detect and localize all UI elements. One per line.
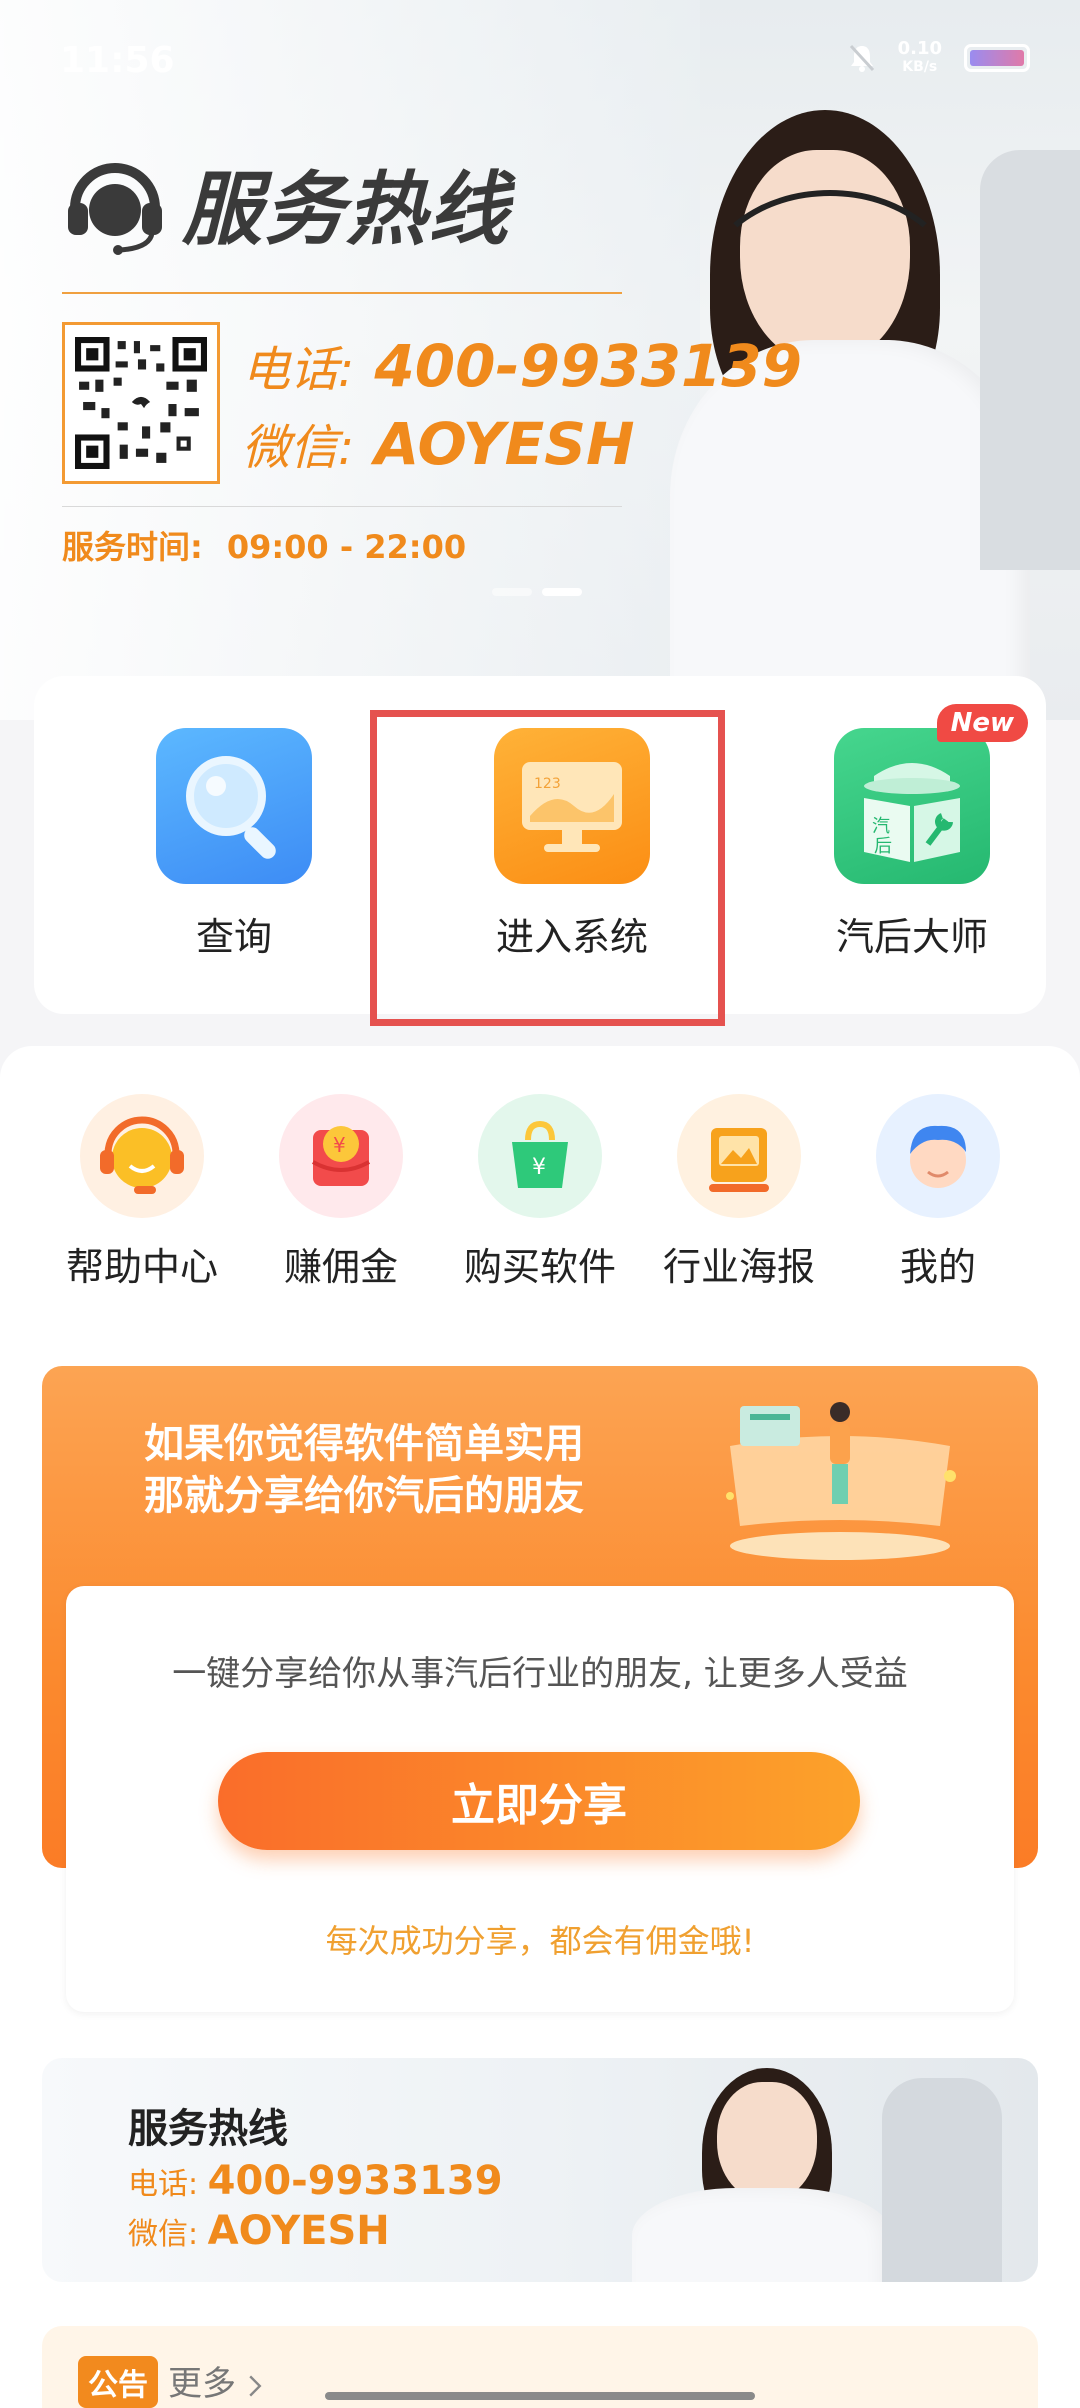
divider: [62, 292, 622, 294]
red-envelope-icon: ¥: [279, 1094, 403, 1218]
share-now-button[interactable]: 立即分享: [218, 1752, 860, 1850]
office-background-person: [882, 2078, 1002, 2282]
hotline-wechat: 微信: AOYESH: [128, 2208, 390, 2254]
buy-software-action[interactable]: ¥ 购买软件: [455, 1094, 625, 1291]
headset-icon: [68, 163, 162, 255]
secondary-action-label: 帮助中心: [65, 1245, 218, 1289]
auto-master-action[interactable]: 汽 后 New 汽后大师: [802, 704, 1028, 961]
customer-service-agent-illustration: [612, 2058, 912, 2282]
network-speed: 0.10 KB/s: [897, 38, 942, 76]
industry-poster-action[interactable]: 行业海报: [654, 1094, 824, 1291]
share-note: 每次成功分享，都会有佣金哦!: [325, 1922, 755, 1960]
office-background-person: [980, 150, 1080, 570]
secondary-action-label: 我的: [899, 1245, 976, 1289]
mute-bell-icon: [849, 44, 874, 72]
carousel-dot: [492, 588, 532, 596]
carousel-indicator: [492, 588, 582, 596]
hero-title: 服务热线: [182, 163, 510, 256]
svg-text:后: 后: [874, 836, 892, 857]
new-badge: New: [936, 704, 1028, 742]
battery-icon: [964, 44, 1030, 72]
notice-badge: 公告: [78, 2356, 158, 2408]
main-action-label: 查询: [195, 915, 272, 959]
notice-more-link[interactable]: 更多: [168, 2356, 263, 2405]
hotline-phone: 电话: 400-9933139: [128, 2158, 503, 2204]
share-card: 一键分享给你从事汽后行业的朋友, 让更多人受益 立即分享 每次成功分享，都会有佣…: [66, 1586, 1014, 2012]
chevron-right-icon: [249, 2375, 262, 2397]
service-hours: 服务时间: 09:00 - 22:00: [62, 528, 467, 566]
carousel-dot-active: [542, 588, 582, 596]
qr-code: [62, 322, 220, 484]
secondary-action-label: 购买软件: [463, 1245, 616, 1289]
magnifier-icon: [156, 728, 312, 884]
share-description: 一键分享给你从事汽后行业的朋友, 让更多人受益: [172, 1654, 908, 1694]
hero-wechat: 微信: AOYESH: [242, 410, 635, 478]
hotline-banner[interactable]: 服务热线 电话: 400-9933139 微信: AOYESH: [42, 2058, 1038, 2282]
help-center-action[interactable]: 帮助中心: [57, 1094, 227, 1291]
auto-master-icon: 汽 后 New: [834, 704, 1028, 884]
main-action-label: 汽后大师: [835, 915, 988, 959]
earn-commission-action[interactable]: ¥ 赚佣金: [256, 1094, 426, 1291]
status-bar: 11:56 0.10 KB/s: [0, 0, 1080, 120]
svg-text:汽: 汽: [872, 816, 890, 837]
query-action[interactable]: 查询: [124, 728, 344, 961]
headset-support-icon: [80, 1094, 204, 1218]
avatar-icon: [876, 1094, 1000, 1218]
share-headline: 如果你觉得软件简单实用 那就分享给你汽后的朋友: [144, 1421, 584, 1519]
secondary-action-label: 行业海报: [662, 1245, 815, 1289]
secondary-action-label: 赚佣金: [283, 1245, 398, 1289]
my-profile-action[interactable]: 我的: [853, 1094, 1023, 1291]
poster-icon: [677, 1094, 801, 1218]
divider: [62, 506, 622, 507]
svg-text:¥: ¥: [532, 1155, 546, 1180]
hotline-title: 服务热线: [128, 2106, 288, 2152]
svg-text:¥: ¥: [333, 1133, 346, 1157]
hero-phone: 电话: 400-9933139: [242, 332, 803, 400]
home-indicator[interactable]: [325, 2392, 755, 2400]
status-time: 11:56: [60, 40, 175, 81]
shopping-bag-icon: ¥: [478, 1094, 602, 1218]
share-illustration: [726, 1402, 956, 1560]
highlight-frame: [370, 710, 725, 1026]
